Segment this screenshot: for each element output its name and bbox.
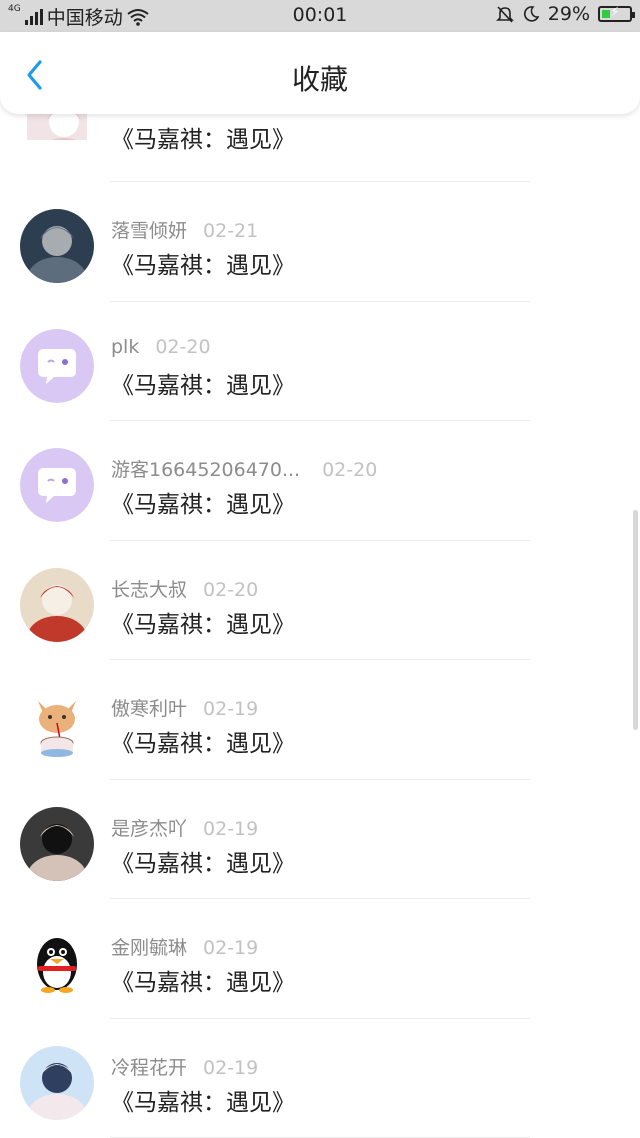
favorite-title[interactable]: 《马嘉祺：遇见》 (111, 963, 295, 997)
list-item[interactable]: 金刚毓琳 02-19 《马嘉祺：遇见》 (0, 899, 640, 1019)
item-meta: 傲寒利叶 02-19 (111, 694, 258, 721)
list-item[interactable]: 傲寒利叶 02-19 《马嘉祺：遇见》 (0, 660, 640, 780)
user-name[interactable]: 落雪倾妍 (111, 220, 187, 242)
favorite-title[interactable]: 《马嘉祺：遇见》 (111, 724, 295, 758)
battery-percent: 29% (547, 3, 590, 25)
avatar[interactable] (20, 1045, 94, 1120)
item-date: 02-19 (203, 698, 259, 720)
item-meta: 落雪倾妍 02-21 (111, 216, 258, 243)
item-meta: 冷程花开 02-19 (111, 1053, 258, 1080)
list-item[interactable]: 落雪倾妍 02-21 《马嘉祺：遇见》 (0, 182, 640, 302)
item-date: 02-19 (203, 1056, 259, 1079)
item-meta: 游客16645206470... 02-20 (111, 455, 377, 482)
list-item[interactable]: plk 02-20 《马嘉祺：遇见》 (0, 302, 640, 421)
item-date: 02-19 (203, 817, 259, 840)
nav-header: 收藏 (0, 32, 640, 114)
avatar[interactable] (20, 687, 94, 761)
item-date: 02-21 (203, 220, 259, 242)
list-item[interactable]: 游客16645206470... 02-20 《马嘉祺：遇见》 (0, 421, 640, 541)
favorites-list: 《马嘉祺：遇见》 落雪倾妍 02-21 《马嘉祺：遇见》 plk 02-20 《马嘉祺：遇见… (0, 80, 640, 1138)
avatar[interactable] (20, 448, 94, 522)
status-bar: 4G 中国移动 00:01 29% ⚡ (0, 0, 640, 32)
list-item[interactable]: 是彦杰吖 02-19 《马嘉祺：遇见》 (0, 780, 640, 899)
avatar[interactable] (20, 926, 94, 1000)
page-title: 收藏 (291, 63, 348, 96)
favorite-title[interactable]: 《马嘉祺：遇见》 (111, 485, 295, 519)
item-meta: 金刚毓琳 02-19 (111, 933, 258, 960)
scrollbar[interactable] (633, 510, 638, 730)
item-date: 02-19 (203, 937, 259, 959)
item-date: 02-20 (322, 459, 378, 481)
item-meta: plk 02-20 (111, 336, 211, 358)
item-date: 02-20 (155, 335, 211, 358)
avatar[interactable] (20, 806, 94, 881)
avatar[interactable] (20, 567, 94, 642)
favorite-title[interactable]: 《马嘉祺：遇见》 (111, 1083, 295, 1117)
item-meta: 是彦杰吖 02-19 (111, 814, 258, 841)
moon-icon (523, 6, 540, 22)
item-date: 02-20 (203, 578, 259, 601)
status-right: 29% ⚡ (495, 3, 635, 25)
user-name[interactable]: 游客16645206470... (111, 459, 300, 481)
favorite-title[interactable]: 《马嘉祺：遇见》 (111, 366, 295, 400)
charging-bolt-icon: ⚡ (610, 5, 620, 20)
item-meta: 长志大叔 02-20 (111, 575, 258, 602)
avatar[interactable] (20, 328, 94, 403)
user-name[interactable]: 是彦杰吖 (111, 818, 187, 840)
user-name[interactable]: 金刚毓琳 (111, 937, 187, 959)
favorite-title[interactable]: 《马嘉祺：遇见》 (111, 844, 295, 878)
favorite-title[interactable]: 《马嘉祺：遇见》 (111, 120, 295, 154)
list-item[interactable]: 长志大叔 02-20 《马嘉祺：遇见》 (0, 541, 640, 660)
bell-muted-icon (495, 6, 514, 23)
avatar[interactable] (20, 209, 94, 283)
favorite-title[interactable]: 《马嘉祺：遇见》 (111, 605, 295, 639)
battery-icon: ⚡ (598, 5, 635, 22)
user-name[interactable]: 冷程花开 (111, 1057, 187, 1079)
favorite-title[interactable]: 《马嘉祺：遇见》 (111, 246, 295, 280)
user-name[interactable]: 傲寒利叶 (111, 698, 187, 720)
user-name[interactable]: plk (111, 336, 139, 358)
user-name[interactable]: 长志大叔 (111, 579, 187, 601)
list-item[interactable]: 冷程花开 02-19 《马嘉祺：遇见》 (0, 1019, 640, 1138)
